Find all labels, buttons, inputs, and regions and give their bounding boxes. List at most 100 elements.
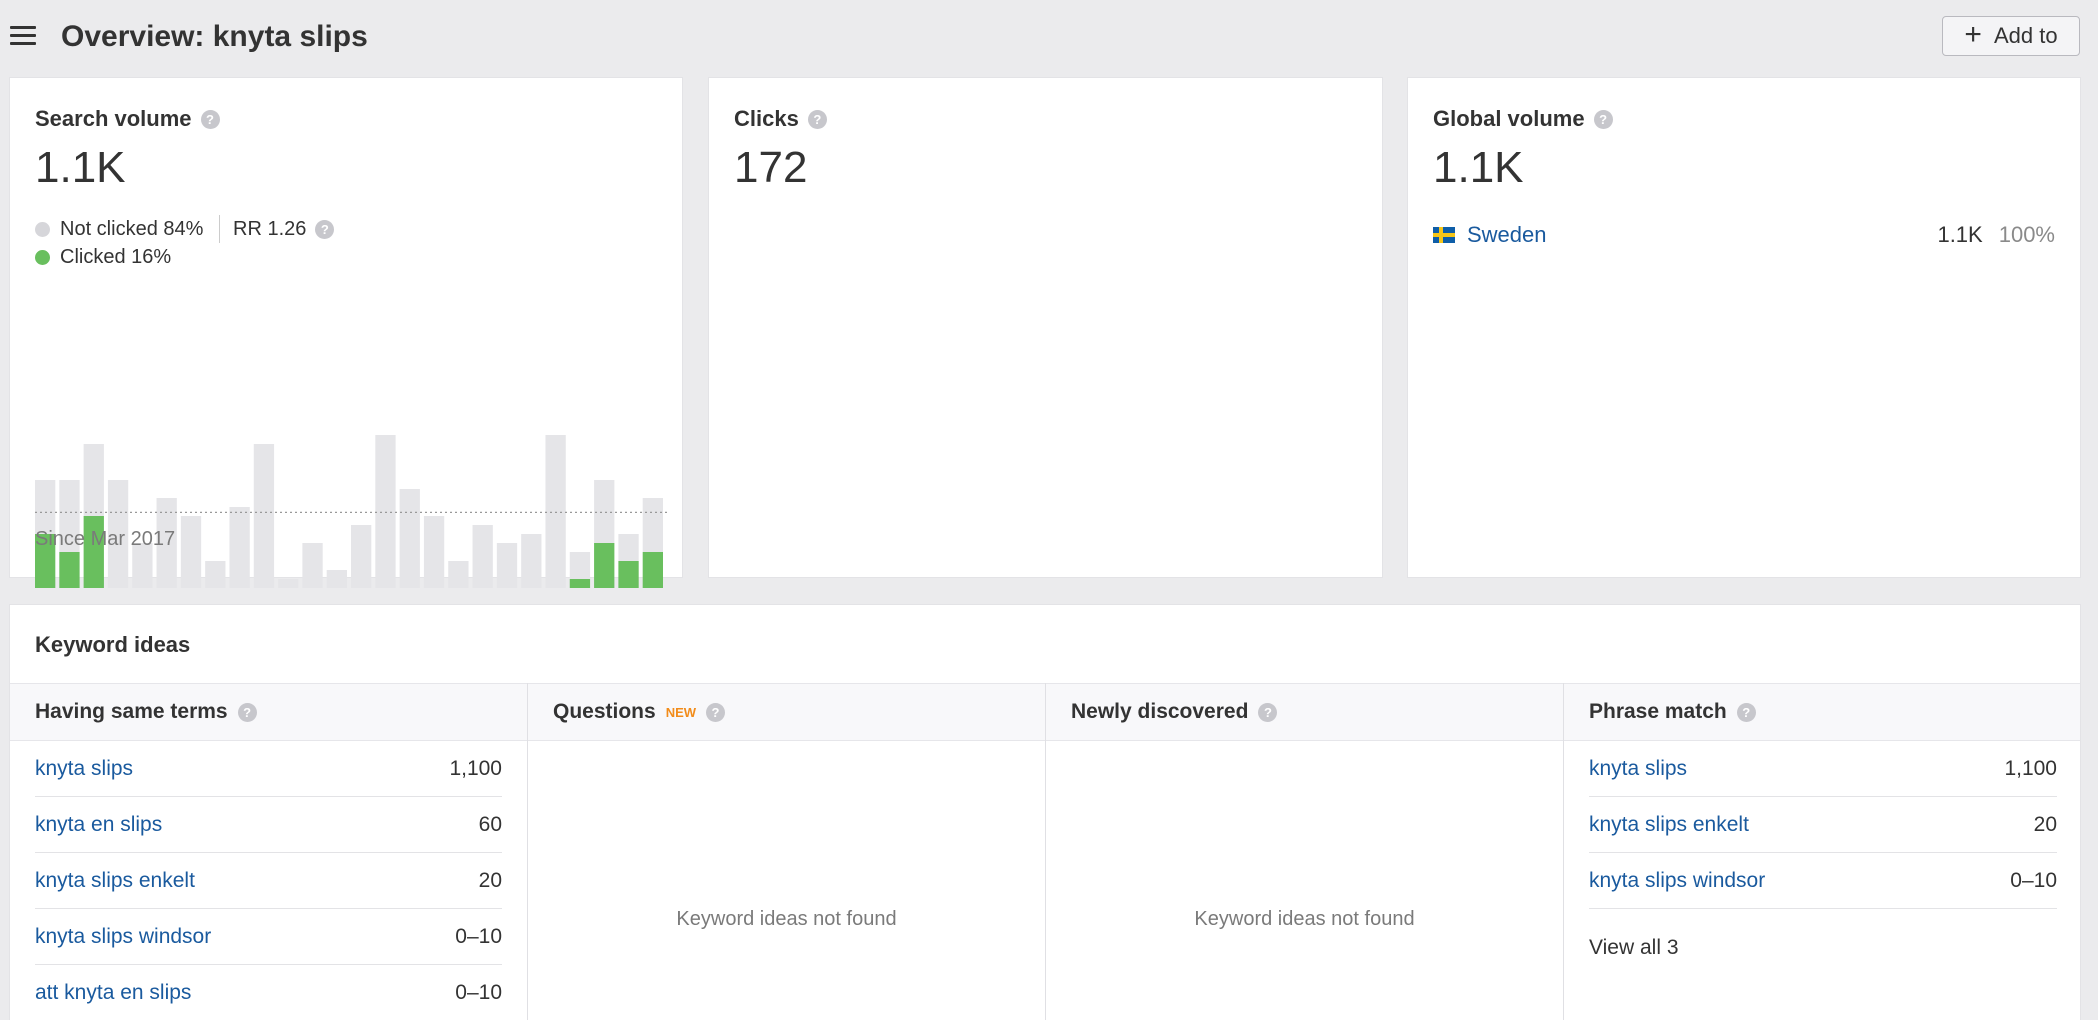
legend-clicked: Clicked 16% — [35, 243, 203, 271]
column-phrase-match: Phrase match ? knyta slips 1,100 knyta sl… — [1564, 683, 2082, 1020]
view-all-link[interactable]: View all 3 — [1564, 909, 2082, 987]
keyword-volume: 1,100 — [449, 756, 502, 780]
keyword-volume: 0–10 — [455, 924, 502, 948]
bar-not-clicked[interactable] — [594, 480, 615, 543]
sweden-flag-icon — [1433, 227, 1455, 243]
bar-not-clicked[interactable] — [472, 525, 493, 588]
global-volume-label: Global volume — [1433, 106, 1585, 131]
bar-not-clicked[interactable] — [351, 525, 372, 588]
column-header: Questions NEW ? — [528, 683, 1045, 741]
return-rate: RR 1.26 ? — [219, 215, 335, 243]
bar-clicked[interactable] — [618, 561, 639, 588]
column-title: Having same terms — [35, 700, 228, 723]
bar-not-clicked[interactable] — [326, 570, 347, 588]
keyword-link[interactable]: knyta en slips — [35, 813, 162, 837]
keyword-link[interactable]: knyta slips — [35, 757, 133, 781]
column-header: Phrase match ? — [1564, 683, 2082, 741]
help-icon[interactable]: ? — [237, 702, 257, 722]
bar-not-clicked[interactable] — [448, 561, 469, 588]
keyword-row: knyta en slips 60 — [35, 797, 502, 853]
bar-clicked[interactable] — [569, 579, 591, 588]
keyword-link[interactable]: knyta slips windsor — [35, 925, 211, 949]
since-date: Since Mar 2017 — [35, 528, 176, 550]
column-header: Newly discovered ? — [1046, 683, 1563, 741]
bar-not-clicked[interactable] — [423, 516, 445, 588]
plus-icon: + — [1964, 17, 1982, 51]
bar-not-clicked[interactable] — [521, 534, 542, 588]
not-clicked-dot-icon — [35, 221, 50, 237]
keyword-link[interactable]: knyta slips — [1589, 757, 1687, 781]
bar-not-clicked[interactable] — [545, 435, 566, 588]
keyword-link[interactable]: knyta slips enkelt — [1589, 813, 1749, 837]
keyword-volume: 0–10 — [455, 980, 502, 1004]
column-newly-discovered: Newly discovered ? Keyword ideas not fou… — [1046, 683, 1564, 1020]
search-volume-title: Search volume ? — [35, 106, 220, 132]
keyword-row: knyta slips 1,100 — [35, 741, 502, 797]
click-legend: Not clicked 84% Clicked 16% — [35, 215, 203, 271]
not-clicked-label: Not clicked 84% — [60, 217, 204, 240]
column-title: Phrase match — [1589, 700, 1727, 723]
empty-state: Keyword ideas not found — [1194, 908, 1415, 930]
country-volume: 1.1K — [1937, 222, 1983, 247]
clicks-title: Clicks ? — [734, 106, 827, 132]
keyword-link[interactable]: knyta slips windsor — [1589, 869, 1765, 893]
add-to-label: Add to — [1993, 23, 2058, 48]
search-volume-label: Search volume — [35, 106, 192, 131]
bar-not-clicked[interactable] — [375, 435, 396, 588]
add-to-button[interactable]: + Add to — [1942, 16, 2080, 56]
help-icon[interactable]: ? — [1258, 702, 1278, 722]
keyword-ideas-panel: Keyword ideas Having same terms ? knyta … — [9, 604, 2081, 1020]
keyword-volume: 0–10 — [2010, 868, 2057, 892]
bar-not-clicked[interactable] — [229, 507, 250, 588]
bar-not-clicked[interactable] — [302, 543, 323, 588]
help-icon[interactable]: ? — [315, 219, 335, 239]
column-title: Questions — [553, 700, 656, 723]
clicked-label: Clicked 16% — [60, 245, 172, 268]
column-having-same-terms: Having same terms ? knyta slips 1,100 kny… — [10, 683, 528, 1020]
menu-icon[interactable] — [10, 26, 36, 46]
keyword-row: knyta slips windsor 0–10 — [35, 909, 502, 965]
country-row: Sweden 1.1K 100% — [1433, 220, 2055, 250]
bar-not-clicked[interactable] — [278, 579, 299, 588]
help-icon[interactable]: ? — [706, 702, 726, 722]
bar-clicked[interactable] — [83, 516, 104, 588]
keyword-row: knyta slips windsor 0–10 — [1589, 853, 2057, 909]
column-questions: Questions NEW ? Keyword ideas not found — [528, 683, 1046, 1020]
bar-clicked[interactable] — [59, 552, 80, 588]
keyword-link[interactable]: att knyta en slips — [35, 981, 191, 1005]
page-title: Overview: knyta slips — [61, 20, 368, 53]
bar-not-clicked[interactable] — [618, 534, 639, 561]
global-volume-value: 1.1K — [1433, 143, 1524, 192]
keyword-row: att knyta en slips 0–10 — [35, 965, 502, 1020]
bar-not-clicked[interactable] — [180, 516, 202, 588]
new-badge: NEW — [665, 704, 697, 720]
clicked-dot-icon — [35, 249, 50, 265]
keyword-row: knyta slips 1,100 — [1589, 741, 2057, 797]
empty-state: Keyword ideas not found — [676, 908, 897, 930]
help-icon[interactable]: ? — [1736, 702, 1756, 722]
bar-not-clicked[interactable] — [569, 552, 591, 579]
help-icon[interactable]: ? — [1593, 109, 1613, 129]
country-link[interactable]: Sweden — [1467, 222, 1547, 248]
bar-clicked[interactable] — [594, 543, 615, 588]
bar-not-clicked[interactable] — [35, 480, 56, 534]
bar-not-clicked[interactable] — [205, 561, 226, 588]
global-volume-title: Global volume ? — [1433, 106, 1613, 132]
bar-not-clicked[interactable] — [399, 489, 420, 588]
bar-clicked[interactable] — [642, 552, 663, 588]
help-icon[interactable]: ? — [200, 109, 220, 129]
bar-not-clicked[interactable] — [496, 543, 518, 588]
bar-not-clicked[interactable] — [253, 444, 275, 588]
keyword-volume: 1,100 — [2004, 756, 2057, 780]
help-icon[interactable]: ? — [807, 109, 827, 129]
clicks-card: Clicks ? 172 — [708, 77, 1383, 578]
column-title: Newly discovered — [1071, 700, 1249, 723]
page-header: Overview: knyta slips + Add to — [0, 0, 2098, 76]
search-volume-value: 1.1K — [35, 143, 126, 192]
bar-not-clicked[interactable] — [642, 498, 663, 552]
bar-not-clicked[interactable] — [83, 444, 104, 516]
keyword-volume: 60 — [478, 812, 502, 836]
clicks-value: 172 — [734, 143, 808, 192]
keyword-link[interactable]: knyta slips enkelt — [35, 869, 195, 893]
keyword-row: knyta slips enkelt 20 — [1589, 797, 2057, 853]
